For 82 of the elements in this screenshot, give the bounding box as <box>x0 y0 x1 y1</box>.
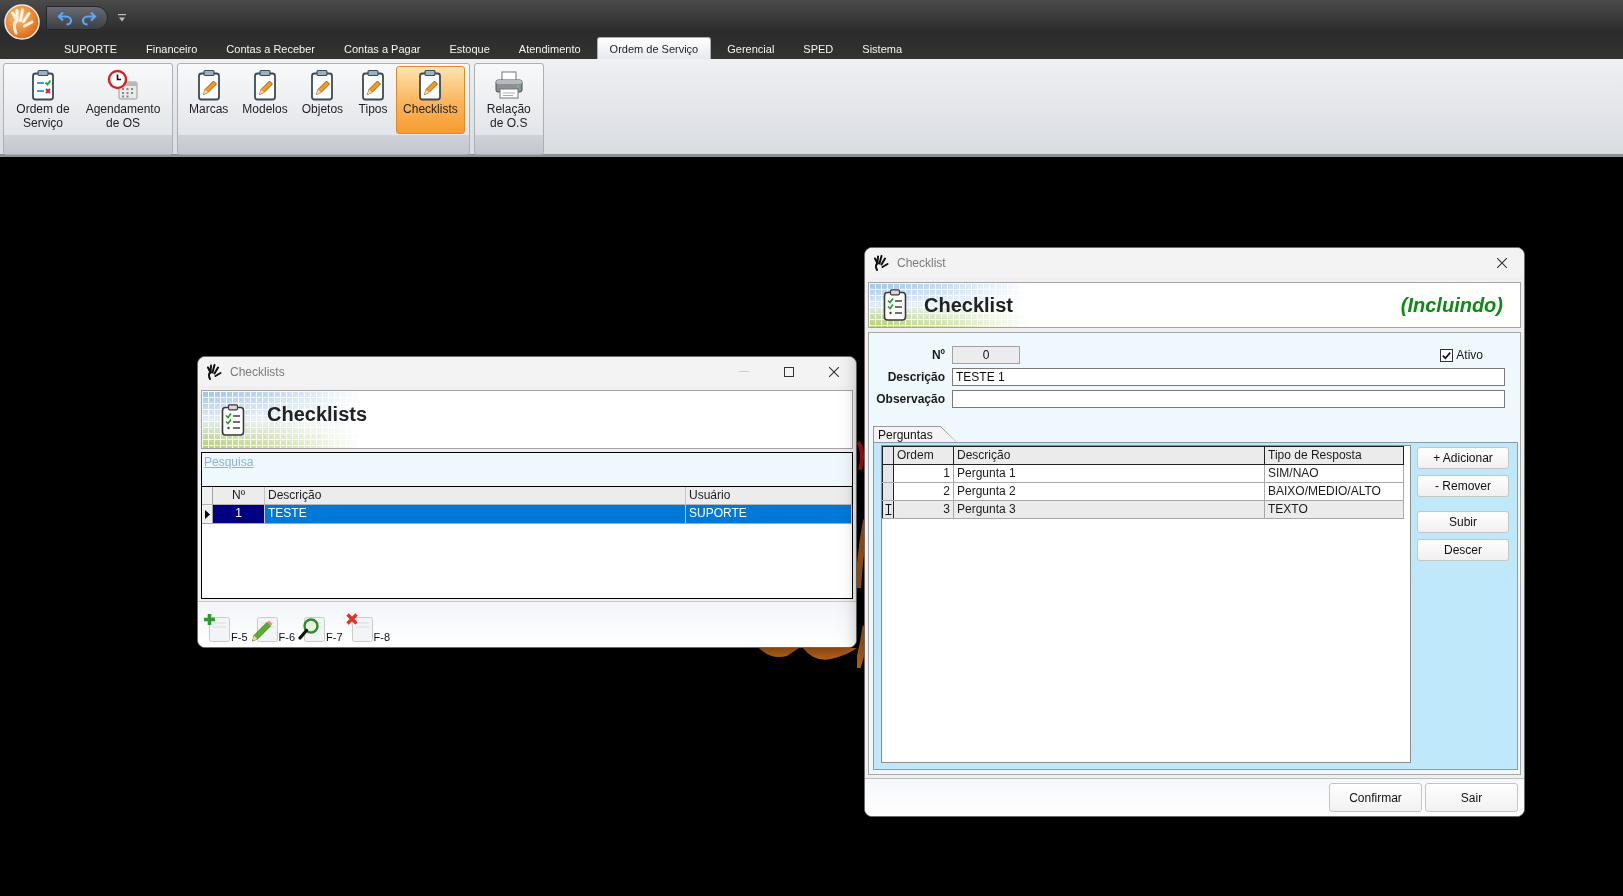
table-cell: 3 <box>894 501 954 518</box>
ribbon-tab[interactable]: Contas a Receber <box>213 37 328 59</box>
clock-calendar-icon <box>107 69 139 101</box>
table-cell: TESTE <box>265 505 686 523</box>
window-title: Checklist <box>897 255 946 270</box>
input-field[interactable]: TESTE 1 <box>952 368 1505 386</box>
ribbon-tab[interactable]: Estoque <box>436 37 503 59</box>
action-button[interactable]: Subir <box>1417 511 1509 533</box>
column-header[interactable]: Descrição <box>954 447 1265 464</box>
dialog-button[interactable]: Sair <box>1425 783 1518 812</box>
edit-button[interactable]: F-6 <box>250 606 295 643</box>
field-label: Nº <box>930 348 945 362</box>
clipboard-checklist-icon <box>221 403 245 436</box>
ribbon-tab[interactable]: Gerencial <box>714 37 788 59</box>
column-header[interactable]: Usuário <box>686 487 852 504</box>
hand-logo-icon[interactable] <box>4 4 40 40</box>
hand-icon <box>206 363 222 380</box>
table-row[interactable]: 3 Pergunta 3 TEXTO <box>882 501 1404 519</box>
mode-label: (Incluindo) <box>1400 293 1503 317</box>
table-cell: Pergunta 3 <box>954 501 1265 518</box>
ribbon-tab[interactable]: Contas a Pagar <box>331 37 434 59</box>
field-label: Descrição <box>886 370 945 384</box>
clipboard-checklist-icon <box>883 289 907 321</box>
table-row[interactable]: 1 TESTE SUPORTE <box>202 505 852 524</box>
close-icon <box>1496 257 1507 268</box>
add-button[interactable]: F-5 <box>203 606 248 643</box>
table-cell: TEXTO <box>1265 501 1404 518</box>
close-icon <box>828 366 839 377</box>
header-title: Checklist <box>924 293 1013 317</box>
hand-icon <box>873 254 889 271</box>
cross-document-icon <box>345 612 374 643</box>
maximize-icon <box>783 366 794 377</box>
ribbon-tab[interactable]: Sistema <box>849 37 916 59</box>
table-cell: 1 <box>213 505 265 523</box>
ribbon-button[interactable]: Relação de O.S <box>478 66 539 134</box>
table-cell: Pergunta 1 <box>954 465 1265 482</box>
tab[interactable]: Perguntas <box>873 426 957 442</box>
search-button[interactable]: F-7 <box>298 606 343 643</box>
redo-icon[interactable] <box>81 9 97 26</box>
column-header[interactable]: Descrição <box>265 487 686 504</box>
customize-caret-icon[interactable] <box>118 12 126 23</box>
ribbon-button[interactable]: Ordem de Serviço <box>8 66 78 134</box>
ribbon-button[interactable]: Agendamento de OS <box>78 66 168 134</box>
table-cell: 1 <box>894 465 954 482</box>
action-button[interactable]: - Remover <box>1417 475 1509 497</box>
undo-icon[interactable] <box>57 9 73 26</box>
table-cell: 2 <box>894 483 954 500</box>
table-cell: SIM/NAO <box>1265 465 1404 482</box>
delete-button[interactable]: F-8 <box>345 606 390 643</box>
ribbon-button[interactable]: Marcas <box>182 66 236 134</box>
ribbon-tab[interactable]: SUPORTE <box>51 37 130 59</box>
ribbon-button[interactable]: Tipos <box>350 66 397 134</box>
column-header[interactable]: Tipo de Resposta <box>1265 447 1404 464</box>
action-button[interactable]: Descer <box>1417 539 1509 561</box>
header-title: Checklists <box>267 403 368 426</box>
checkbox-label[interactable]: Ativo <box>1456 348 1483 362</box>
table-row[interactable]: 1 Pergunta 1 SIM/NAO <box>882 465 1404 483</box>
ribbon-tab[interactable]: SPED <box>790 37 847 59</box>
input-field[interactable]: 0 <box>952 346 1020 364</box>
window-title: Checklists <box>230 364 285 379</box>
table-cell: BAIXO/MEDIO/ALTO <box>1265 483 1404 500</box>
row-header <box>882 483 894 500</box>
action-button[interactable]: + Adicionar <box>1417 447 1509 469</box>
row-pointer-icon <box>204 509 210 519</box>
table-cell: Pergunta 2 <box>954 483 1265 500</box>
ribbon-tab[interactable]: Atendimento <box>505 37 594 59</box>
field-label: Observação <box>875 392 945 406</box>
ribbon-button[interactable]: Modelos <box>235 66 295 134</box>
dialog-button[interactable]: Confirmar <box>1329 783 1422 812</box>
plus-document-icon <box>203 612 231 643</box>
ribbon-tab[interactable]: Ordem de Serviço <box>596 37 712 59</box>
printer-icon <box>492 69 525 101</box>
ribbon-tab[interactable]: Financeiro <box>133 37 211 59</box>
table-row[interactable]: 2 Pergunta 2 BAIXO/MEDIO/ALTO <box>882 483 1404 501</box>
ribbon-button[interactable]: Objetos <box>294 66 351 134</box>
checkbox[interactable] <box>1440 348 1454 362</box>
column-header[interactable]: Ordem <box>894 447 954 464</box>
minimize-icon <box>738 371 749 372</box>
table-cell: SUPORTE <box>686 505 852 523</box>
input-field[interactable] <box>952 390 1505 408</box>
column-header[interactable]: Nº <box>213 487 265 504</box>
ribbon-button[interactable]: Checklists <box>396 66 465 134</box>
